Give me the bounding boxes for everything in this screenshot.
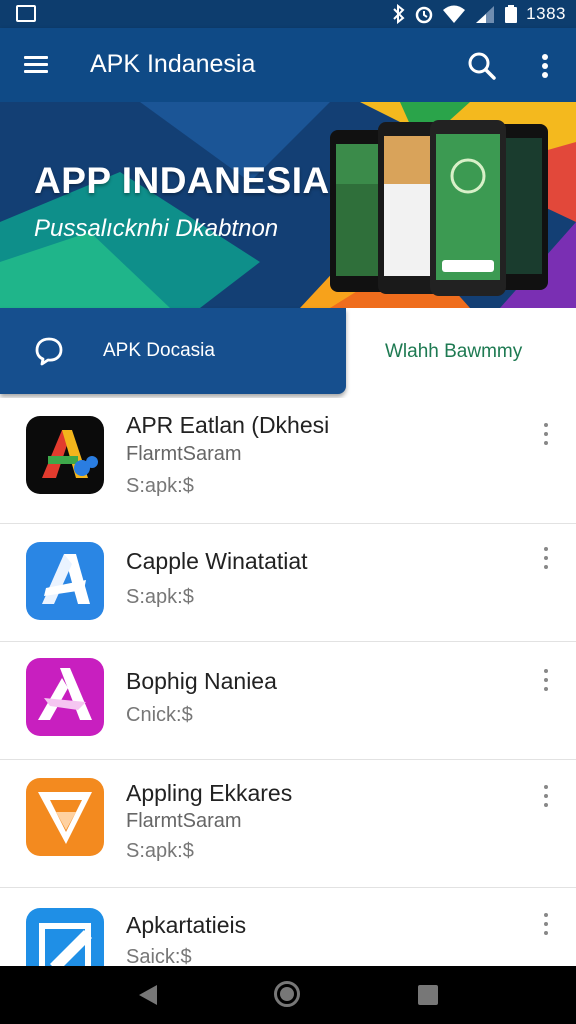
tab-wlahh-bawmmy[interactable]: Wlahh Bawmmy [346, 308, 576, 394]
wifi-icon [443, 5, 466, 23]
navigation-bar [0, 966, 576, 1024]
banner-background [0, 102, 576, 308]
more-vert-icon[interactable] [538, 666, 554, 696]
back-icon[interactable] [137, 983, 159, 1007]
more-vert-icon[interactable] [538, 420, 554, 450]
app-title: APK Indanesia [90, 50, 256, 78]
list-item[interactable]: Appling Ekkares FlarmtSaram S:apk:$ [0, 760, 576, 888]
signal-icon [476, 6, 495, 23]
alarm-icon [415, 6, 433, 24]
banner-title: APP INDANESIA [34, 160, 330, 201]
search-icon[interactable] [464, 48, 500, 84]
app-name: APR Eatlan (Dkhesi [126, 412, 330, 438]
app-developer: FlarmtSaram [126, 443, 242, 465]
bluetooth-icon [393, 4, 405, 24]
hero-banner[interactable]: APP INDANESIA Pussalıcknhi Dkabtnon [0, 102, 576, 308]
app-name: Appling Ekkares [126, 780, 293, 806]
more-vert-icon[interactable] [538, 782, 554, 812]
list-item[interactable]: Bophig Naniea Cnick:$ [0, 642, 576, 760]
more-vert-icon[interactable] [532, 48, 558, 84]
blue-a-icon [26, 542, 104, 620]
menu-icon[interactable] [20, 50, 54, 80]
app-name: Bophig Naniea [126, 668, 277, 694]
image-icon [16, 5, 36, 22]
app-meta: S:apk:$ [126, 840, 194, 862]
app-developer: FlarmtSaram [126, 810, 242, 832]
magenta-x-icon [26, 658, 104, 736]
chat-bubble-icon [35, 337, 63, 366]
home-icon[interactable] [274, 981, 300, 1007]
multicolor-a-icon [26, 416, 104, 494]
recents-icon[interactable] [418, 985, 438, 1005]
list-item[interactable]: APR Eatlan (Dkhesi FlarmtSaram S:apk:$ [0, 398, 576, 524]
app-meta: S:apk:$ [126, 475, 194, 497]
status-bar: 1383 [0, 0, 576, 28]
status-time: 1383 [526, 4, 566, 23]
list-item[interactable]: Apkartatieis Saick:$ [0, 888, 576, 986]
app-meta: S:apk:$ [126, 586, 194, 608]
app-name: Capple Winatatiat [126, 548, 308, 574]
more-vert-icon[interactable] [538, 910, 554, 940]
battery-icon [505, 5, 518, 23]
app-bar: APK Indanesia [0, 28, 576, 102]
tab-bar: APK Docasia Wlahh Bawmmy [0, 308, 576, 396]
more-vert-icon[interactable] [538, 544, 554, 574]
tab-label: Wlahh Bawmmy [385, 341, 523, 362]
phones-illustration [330, 120, 548, 296]
banner-subtitle: Pussalıcknhi Dkabtnon [34, 215, 279, 242]
list-item[interactable]: Capple Winatatiat S:apk:$ [0, 524, 576, 642]
tab-apk-docasia[interactable]: APK Docasia [0, 308, 346, 394]
app-meta: Cnick:$ [126, 704, 193, 726]
tab-label: APK Docasia [103, 340, 215, 361]
orange-v-icon [26, 778, 104, 856]
app-name: Apkartatieis [126, 912, 247, 938]
